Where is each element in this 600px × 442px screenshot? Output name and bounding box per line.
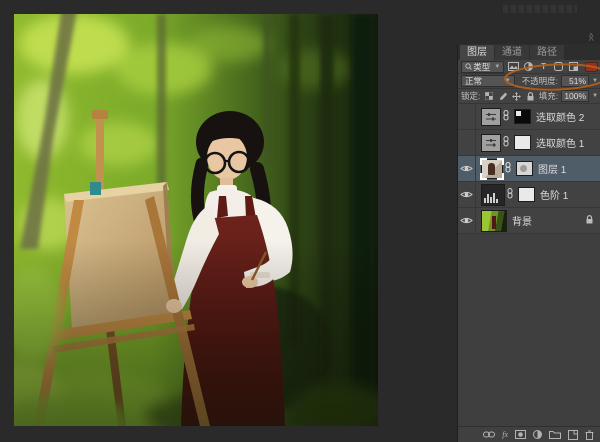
visibility-toggle-eye-icon[interactable]: [458, 156, 476, 181]
visibility-toggle-empty[interactable]: [458, 104, 476, 129]
tab-layers[interactable]: 图层: [460, 45, 494, 60]
blend-opacity-row: 正常 ▼ 不透明度: 51% ▼: [458, 74, 600, 89]
panel-collapse-chevrons-icon[interactable]: >>: [587, 34, 596, 41]
watermark-smudge: [503, 5, 577, 13]
mask-link-icon[interactable]: [503, 136, 509, 149]
layer-mask-thumbnail[interactable]: [516, 161, 533, 176]
layer-mask-thumbnail[interactable]: [518, 187, 535, 202]
forest-painting-photo: [14, 14, 378, 426]
layer-list: 选取颜色 2 选取颜色 1: [458, 104, 600, 426]
layer-row-selective-color-2[interactable]: 选取颜色 2: [458, 104, 600, 130]
mask-link-icon[interactable]: [505, 162, 511, 175]
layer-name: 色阶 1: [540, 187, 568, 202]
lock-all-icon[interactable]: [525, 91, 536, 101]
new-layer-icon[interactable]: [568, 430, 578, 440]
shape-filter-icon[interactable]: [553, 61, 565, 72]
levels-adjustment-thumbnail[interactable]: [481, 184, 505, 206]
smart-object-filter-icon[interactable]: [568, 61, 580, 72]
layers-panel-bottom-bar: fx: [458, 426, 600, 442]
pixel-filter-icon[interactable]: [507, 61, 519, 72]
tab-paths[interactable]: 路径: [530, 45, 564, 60]
chevron-down-icon: ▼: [494, 62, 500, 72]
add-layer-mask-icon[interactable]: [515, 430, 526, 439]
layer-row-levels-1[interactable]: 色阶 1: [458, 182, 600, 208]
lock-position-icon[interactable]: [511, 91, 522, 101]
layer-name: 图层 1: [538, 161, 566, 176]
layer-row-layer-1[interactable]: 图层 1: [458, 156, 600, 182]
search-icon: [465, 63, 472, 70]
filter-toggle-switch[interactable]: [585, 62, 598, 72]
visibility-toggle-eye-icon[interactable]: [458, 182, 476, 207]
filter-kind-label: 类型: [473, 62, 490, 72]
mask-link-icon[interactable]: [503, 110, 509, 123]
layer-mask-thumbnail[interactable]: [514, 135, 531, 150]
layer-name: 选取颜色 1: [536, 135, 584, 150]
thumbnail-figure: [488, 163, 495, 175]
tab-channels[interactable]: 通道: [495, 45, 529, 60]
adjustment-filter-icon[interactable]: [522, 61, 534, 72]
lock-fill-row: 锁定: 填充: 100% ▼: [458, 89, 600, 104]
visibility-toggle-eye-icon[interactable]: [458, 208, 476, 233]
type-filter-icon[interactable]: T: [538, 61, 550, 72]
new-adjustment-layer-icon[interactable]: [533, 430, 542, 439]
fill-value-field[interactable]: 100%: [561, 90, 589, 102]
layer-name: 背景: [512, 213, 532, 228]
lock-image-pixels-icon[interactable]: [497, 91, 508, 101]
chevron-down-icon: ▼: [505, 76, 511, 86]
blend-mode-value: 正常: [465, 76, 482, 86]
link-layers-icon[interactable]: [483, 431, 495, 438]
photoshop-window: { "photo": { "description": "Girl with b…: [0, 0, 600, 442]
panel-tab-bar: 图层 通道 路径: [458, 44, 600, 60]
mask-link-icon[interactable]: [507, 188, 513, 201]
layer-mask-thumbnail[interactable]: [514, 109, 531, 124]
lock-label: 锁定:: [461, 90, 480, 102]
visibility-toggle-empty[interactable]: [458, 130, 476, 155]
filter-kind-dropdown[interactable]: 类型 ▼: [461, 61, 504, 73]
new-group-icon[interactable]: [549, 430, 561, 439]
layers-panel: 图层 通道 路径 类型 ▼ T: [457, 44, 600, 442]
delete-layer-icon[interactable]: [585, 430, 594, 440]
document-canvas-photo[interactable]: [14, 14, 378, 426]
layer-name: 选取颜色 2: [536, 109, 584, 124]
opacity-label: 不透明度:: [522, 75, 558, 87]
adjustment-layer-thumbnail[interactable]: [481, 108, 501, 126]
adjustment-layer-thumbnail[interactable]: [481, 134, 501, 152]
layer-style-fx-icon[interactable]: fx: [502, 430, 508, 439]
layer-lock-icon: [586, 215, 593, 226]
layer-filter-row: 类型 ▼ T: [458, 60, 600, 74]
lock-transparent-pixels-icon[interactable]: [483, 91, 494, 101]
background-layer-thumbnail[interactable]: [481, 210, 507, 232]
fill-stepper-icon[interactable]: ▼: [592, 93, 598, 99]
blend-mode-dropdown[interactable]: 正常 ▼: [461, 75, 515, 87]
opacity-value-field[interactable]: 51%: [561, 75, 589, 87]
layer-row-selective-color-1[interactable]: 选取颜色 1: [458, 130, 600, 156]
layer-row-background[interactable]: 背景: [458, 208, 600, 234]
fill-label: 填充:: [539, 90, 558, 102]
opacity-stepper-icon[interactable]: ▼: [592, 78, 598, 84]
layer-thumbnail-selected[interactable]: [481, 159, 503, 179]
